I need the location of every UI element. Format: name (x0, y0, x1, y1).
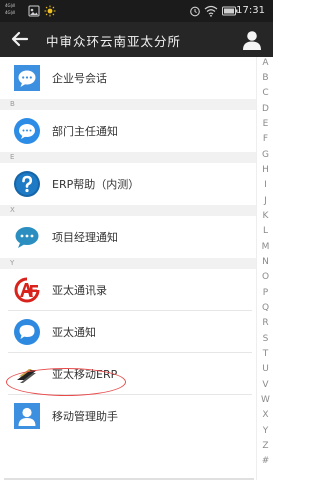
index-letter-s[interactable]: S (257, 333, 274, 345)
list-item-label: 移动管理助手 (52, 410, 118, 423)
index-letter-v[interactable]: V (257, 379, 274, 391)
index-letter-u[interactable]: U (257, 363, 274, 375)
sun-icon (44, 5, 56, 17)
index-letter-b[interactable]: B (257, 72, 274, 84)
section-letter: X (10, 206, 15, 214)
list-item-enterprise-chat[interactable]: 企业号会话 (0, 57, 256, 99)
list-item-label: ERP帮助（内测） (52, 178, 140, 191)
index-letter-f[interactable]: F (257, 133, 274, 145)
af-logo-icon (14, 277, 40, 303)
clock: 17:31 (236, 5, 265, 16)
index-letter-p[interactable]: P (257, 287, 274, 299)
contact-list: 企业号会话 B 部门主任通知 E ERP帮助（内测） X 项目经理通知 Y 亚太… (0, 57, 256, 480)
index-letter-k[interactable]: K (257, 210, 274, 222)
index-letter-j[interactable]: J (257, 195, 274, 207)
question-mark-icon (14, 171, 40, 197)
list-item-label: 亚太通讯录 (52, 284, 107, 297)
section-letter: E (10, 153, 15, 161)
section-header-x: X (0, 205, 256, 216)
highlight-ellipse (6, 368, 126, 396)
index-letter-z[interactable]: Z (257, 440, 274, 452)
image-icon (28, 5, 40, 17)
wifi-icon (204, 5, 218, 17)
list-item-label: 项目经理通知 (52, 231, 118, 244)
list-item-yatai-notice[interactable]: 亚太通知 (0, 311, 256, 353)
index-letter-w[interactable]: W (257, 394, 274, 406)
list-item-label: 企业号会话 (52, 72, 107, 85)
index-letter-d[interactable]: D (257, 103, 274, 115)
alphabet-index-bar[interactable]: A B C D E F G H I J K L M N O P Q R S T … (256, 57, 273, 480)
page-title: 中审众环云南亚太分所 (46, 34, 182, 49)
section-header-y: Y (0, 258, 256, 269)
list-item-yatai-contacts[interactable]: 亚太通讯录 (0, 269, 256, 311)
section-letter: B (10, 100, 15, 108)
index-letter-t[interactable]: T (257, 348, 274, 360)
section-header-b: B (0, 99, 256, 110)
index-letter-g[interactable]: G (257, 149, 274, 161)
profile-button[interactable] (241, 29, 263, 51)
index-letter-n[interactable]: N (257, 256, 274, 268)
list-item-mobile-manager[interactable]: 移动管理助手 (0, 395, 256, 437)
back-arrow-icon (11, 31, 29, 47)
index-letter-o[interactable]: O (257, 271, 274, 283)
person-icon (14, 403, 40, 429)
chat-bubble-icon (14, 224, 40, 250)
speech-bubble-icon (14, 319, 40, 345)
chat-bubble-icon (14, 65, 40, 91)
index-letter-q[interactable]: Q (257, 302, 274, 314)
back-button[interactable] (8, 27, 34, 53)
index-letter-m[interactable]: M (257, 241, 274, 253)
index-letter-r[interactable]: R (257, 317, 274, 329)
list-item-label: 部门主任通知 (52, 125, 118, 138)
list-item-department-notice[interactable]: 部门主任通知 (0, 110, 256, 152)
signal-strength-2: 4G|ıll (5, 10, 16, 15)
list-item-project-manager-notice[interactable]: 项目经理通知 (0, 216, 256, 258)
index-letter-c[interactable]: C (257, 87, 274, 99)
list-item-erp-help[interactable]: ERP帮助（内测） (0, 163, 256, 205)
index-letter-h[interactable]: H (257, 164, 274, 176)
index-letter-l[interactable]: L (257, 225, 274, 237)
section-header-e: E (0, 152, 256, 163)
list-item-label: 亚太通知 (52, 326, 96, 339)
app-header: 中审众环云南亚太分所 (0, 22, 273, 57)
index-letter-i[interactable]: I (257, 179, 274, 191)
status-bar: 4G|ıll 4G|ıll 17:31 (0, 0, 273, 22)
signal-strength-1: 4G|ıll (5, 3, 16, 8)
alarm-icon (190, 6, 200, 17)
index-letter-x[interactable]: X (257, 409, 274, 421)
section-letter: Y (10, 259, 15, 267)
chat-bubble-icon (14, 118, 40, 144)
index-letter-y[interactable]: Y (257, 425, 274, 437)
index-letter-a[interactable]: A (257, 57, 274, 69)
index-letter-hash[interactable]: # (257, 455, 274, 467)
person-icon (243, 31, 261, 50)
index-letter-e[interactable]: E (257, 118, 274, 130)
